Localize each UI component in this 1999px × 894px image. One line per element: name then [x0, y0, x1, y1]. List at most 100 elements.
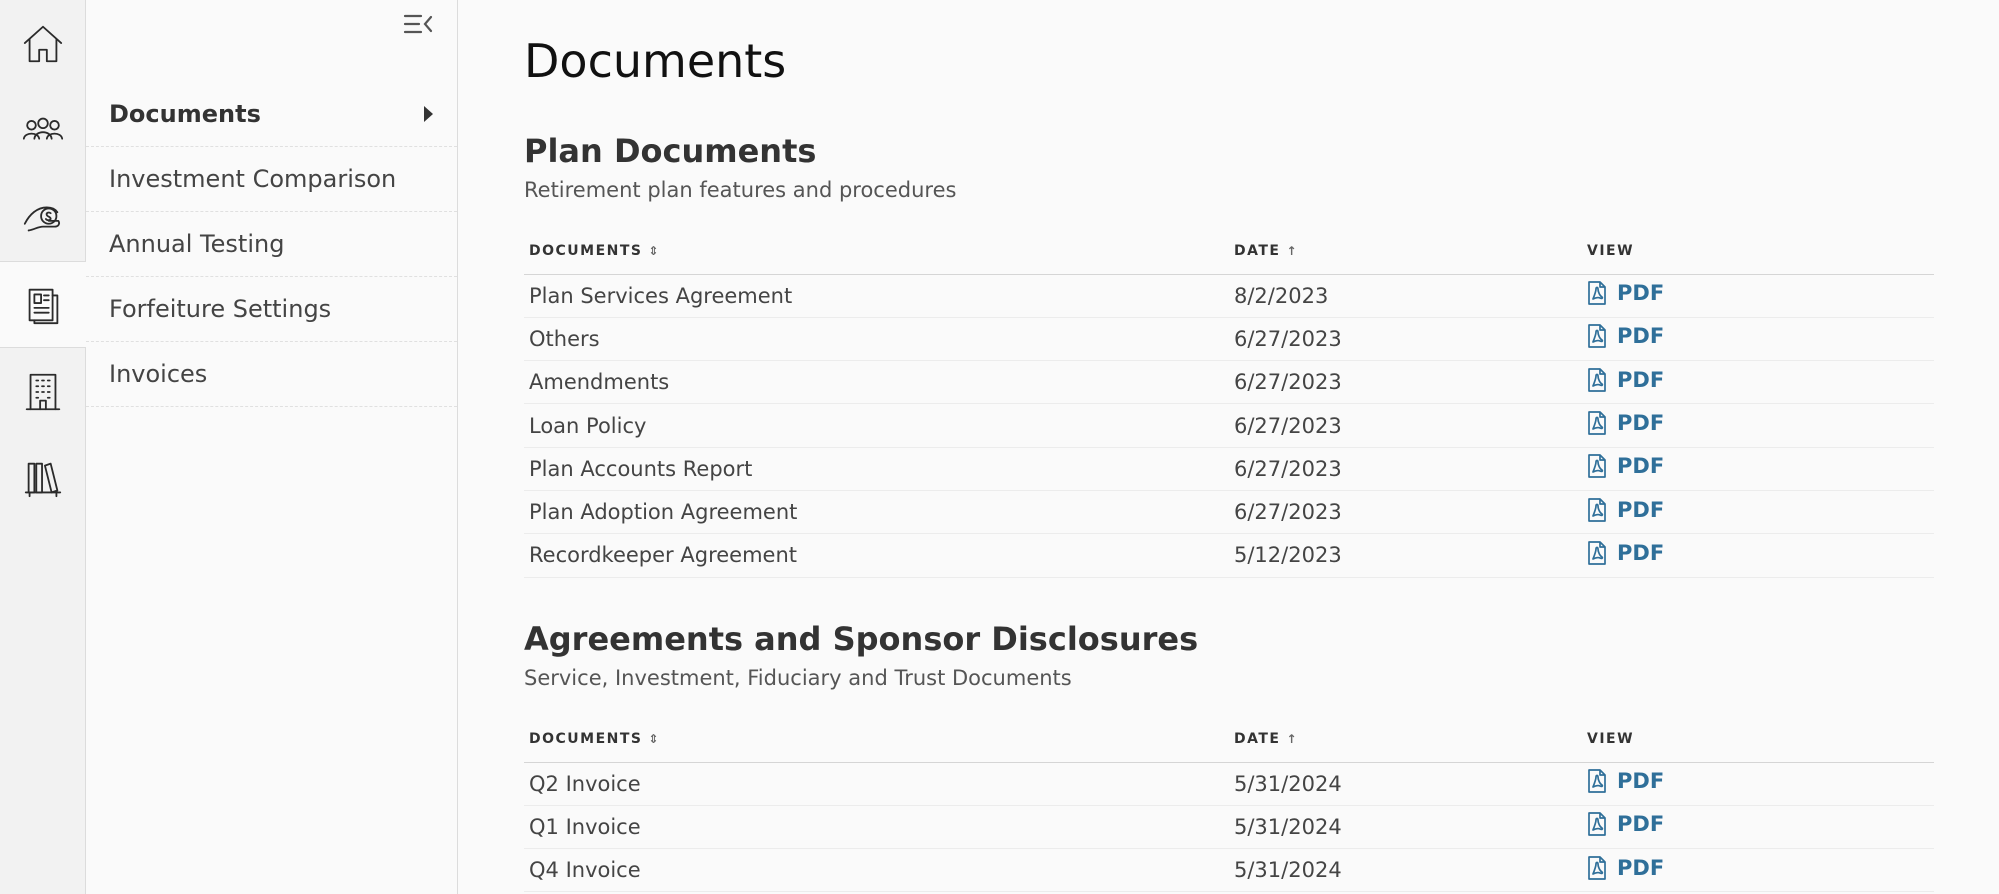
- column-header-documents[interactable]: DOCUMENTS ⇕: [524, 228, 1229, 275]
- view-pdf-link[interactable]: PDF: [1587, 368, 1664, 392]
- section-agreements: Agreements and Sponsor Disclosures Servi…: [524, 620, 1934, 690]
- document-view-cell: PDF: [1582, 533, 1934, 578]
- document-name: Recordkeeper Agreement: [529, 543, 797, 568]
- column-header-date[interactable]: DATE ↑: [1229, 228, 1582, 275]
- view-pdf-link[interactable]: PDF: [1587, 498, 1664, 522]
- view-pdf-link[interactable]: PDF: [1587, 454, 1664, 478]
- document-view-cell: PDF: [1582, 317, 1934, 362]
- rail-item-library[interactable]: [0, 435, 85, 522]
- table-row: Amendments 6/27/2023 PDF: [524, 360, 1934, 405]
- document-name-cell: Q2 Invoice: [524, 762, 1229, 806]
- view-pdf-link[interactable]: PDF: [1587, 324, 1664, 348]
- column-header-label: VIEW: [1587, 242, 1635, 259]
- document-name: Amendments: [529, 370, 670, 395]
- home-icon: [23, 25, 62, 62]
- nav-item-documents[interactable]: Documents: [86, 82, 457, 147]
- collapse-menu-button[interactable]: [400, 10, 436, 38]
- page-title: Documents: [524, 34, 787, 88]
- column-header-label: VIEW: [1587, 730, 1635, 747]
- table-body: Q2 Invoice 5/31/2024 PDF Q1 Invoice 5/31/202…: [524, 762, 1934, 893]
- table-row: Q2 Invoice 5/31/2024 PDF: [524, 762, 1934, 806]
- building-icon: [25, 373, 60, 410]
- document-name: Q4 Invoice: [529, 858, 641, 883]
- table-row: Recordkeeper Agreement 5/12/2023 PDF: [524, 533, 1934, 578]
- view-pdf-label: PDF: [1617, 367, 1665, 392]
- nav-item-forfeiture-settings[interactable]: Forfeiture Settings: [86, 277, 457, 342]
- pdf-file-icon: [1588, 367, 1606, 392]
- section-subtitle: Service, Investment, Fiduciary and Trust…: [524, 666, 1072, 690]
- document-name: Plan Adoption Agreement: [529, 500, 798, 525]
- rail-item-home[interactable]: [0, 0, 85, 87]
- document-name-cell: Plan Services Agreement: [524, 274, 1229, 318]
- document-view-cell: PDF: [1582, 848, 1934, 893]
- column-header-date[interactable]: DATE ↑: [1229, 716, 1582, 763]
- column-header-label: DOCUMENTS: [529, 730, 643, 747]
- section-title: Agreements and Sponsor Disclosures: [524, 620, 1199, 658]
- column-header-label: DOCUMENTS: [529, 242, 643, 259]
- library-icon: [24, 462, 61, 497]
- icon-rail: [0, 0, 86, 894]
- rail-item-hand-money[interactable]: [0, 174, 85, 261]
- table-row: Q4 Invoice 5/31/2024 PDF: [524, 848, 1934, 893]
- document-date: 6/27/2023: [1234, 326, 1342, 351]
- column-header-documents[interactable]: DOCUMENTS ⇕: [524, 716, 1229, 763]
- document-date-cell: 5/31/2024: [1229, 762, 1582, 806]
- document-date: 8/2/2023: [1234, 283, 1329, 308]
- document-view-cell: PDF: [1582, 490, 1934, 535]
- caret-right-icon: [424, 106, 433, 122]
- view-pdf-link[interactable]: PDF: [1587, 812, 1664, 836]
- view-pdf-link[interactable]: PDF: [1587, 856, 1664, 880]
- nav-item-investment-comparison[interactable]: Investment Comparison: [86, 147, 457, 212]
- rail-item-building[interactable]: [0, 348, 85, 435]
- view-pdf-link[interactable]: PDF: [1587, 281, 1664, 305]
- document-name: Q1 Invoice: [529, 814, 641, 839]
- document-date-cell: 6/27/2023: [1229, 403, 1582, 448]
- document-name-cell: Recordkeeper Agreement: [524, 533, 1229, 578]
- view-pdf-label: PDF: [1617, 855, 1665, 880]
- section-plan-documents: Plan Documents Retirement plan features …: [524, 132, 1934, 202]
- pdf-file-icon: [1588, 855, 1606, 880]
- document-date-cell: 6/27/2023: [1229, 490, 1582, 535]
- secondary-nav: Documents Investment Comparison Annual T…: [86, 0, 458, 894]
- table-row: Others 6/27/2023 PDF: [524, 317, 1934, 362]
- pdf-file-icon: [1588, 497, 1606, 522]
- document-view-cell: PDF: [1582, 274, 1934, 318]
- rail-item-documents[interactable]: [0, 261, 86, 348]
- documents-icon: [28, 288, 59, 324]
- table-row: Q1 Invoice 5/31/2024 PDF: [524, 805, 1934, 850]
- section-subtitle: Retirement plan features and procedures: [524, 178, 957, 202]
- nav-item-label: Forfeiture Settings: [109, 295, 332, 323]
- nav-item-annual-testing[interactable]: Annual Testing: [86, 212, 457, 277]
- document-date: 5/12/2023: [1234, 543, 1342, 568]
- document-name-cell: Q1 Invoice: [524, 805, 1229, 850]
- column-header-view: VIEW: [1582, 228, 1934, 275]
- view-pdf-label: PDF: [1617, 324, 1665, 349]
- view-pdf-link[interactable]: PDF: [1587, 769, 1664, 793]
- document-view-cell: PDF: [1582, 805, 1934, 850]
- document-date-cell: 5/31/2024: [1229, 805, 1582, 850]
- view-pdf-link[interactable]: PDF: [1587, 541, 1664, 565]
- document-name-cell: Amendments: [524, 360, 1229, 405]
- document-date: 6/27/2023: [1234, 456, 1342, 481]
- nav-item-invoices[interactable]: Invoices: [86, 342, 457, 407]
- view-pdf-label: PDF: [1617, 540, 1665, 565]
- rail-item-people[interactable]: [0, 87, 85, 174]
- document-name-cell: Plan Accounts Report: [524, 447, 1229, 491]
- plan-documents-table: DOCUMENTS ⇕ DATE ↑ VIEW Plan Services Agre…: [524, 228, 1934, 578]
- table-body: Plan Services Agreement 8/2/2023 PDF Others…: [524, 274, 1934, 578]
- view-pdf-link[interactable]: PDF: [1587, 411, 1664, 435]
- table-row: Loan Policy 6/27/2023 PDF: [524, 403, 1934, 448]
- view-pdf-label: PDF: [1617, 454, 1665, 479]
- table-row: Plan Adoption Agreement 6/27/2023 PDF: [524, 490, 1934, 535]
- pdf-file-icon: [1588, 769, 1606, 793]
- view-pdf-label: PDF: [1617, 497, 1665, 522]
- document-name-cell: Q4 Invoice: [524, 848, 1229, 893]
- view-pdf-label: PDF: [1617, 281, 1665, 306]
- sort-ascending-icon: ↑: [1286, 731, 1297, 746]
- document-view-cell: PDF: [1582, 403, 1934, 448]
- nav-item-label: Documents: [109, 100, 261, 128]
- document-name: Plan Accounts Report: [529, 456, 753, 481]
- document-date: 5/31/2024: [1234, 771, 1342, 796]
- document-name: Plan Services Agreement: [529, 283, 793, 308]
- table-row: Plan Accounts Report 6/27/2023 PDF: [524, 447, 1934, 491]
